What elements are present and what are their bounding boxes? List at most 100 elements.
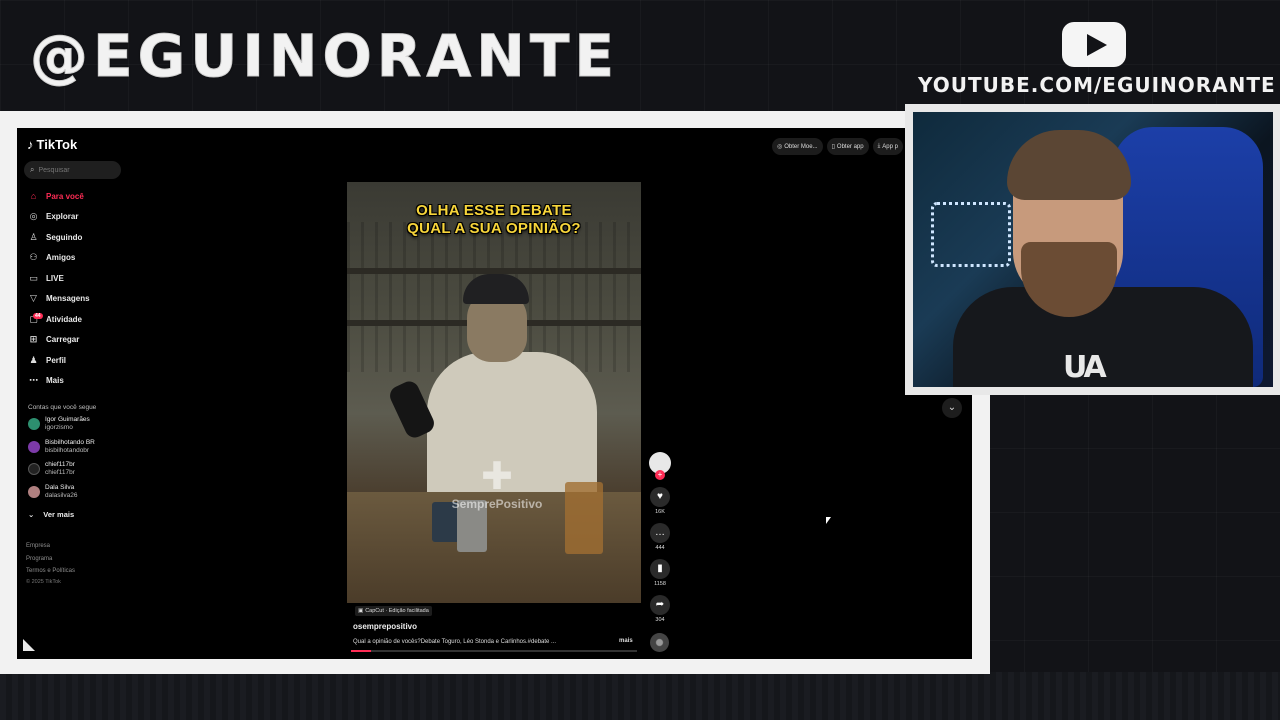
home-icon: ⌂ [30, 191, 37, 202]
comment-count: 444 [655, 545, 665, 551]
search-icon: ⌕ [30, 165, 35, 174]
share-icon: ➦ [655, 599, 665, 610]
sidebar-item-label: Mensagens [46, 294, 90, 304]
avatar [28, 440, 40, 453]
bookmark-icon: ▮ [657, 563, 663, 574]
footer-link-program[interactable]: Programa [26, 553, 75, 566]
sidebar-item-more[interactable]: ⋯ Mais [28, 371, 138, 392]
friends-icon: ⚇ [29, 252, 38, 263]
sidebar-item-for-you[interactable]: ⌂ Para você [28, 186, 138, 207]
account-name: chief117br [45, 461, 75, 468]
live-icon: ▭ [29, 272, 38, 283]
like-button[interactable]: ♥ [650, 487, 670, 507]
watermark-text: SemprePositivo [451, 497, 543, 511]
sidebar-item-live[interactable]: ▭ LIVE [28, 268, 138, 289]
youtube-url: YOUTUBE.COM/EGUINORANTE [918, 73, 1276, 97]
channel-handle: @EGUINORANTE [29, 22, 620, 91]
share-count: 304 [655, 617, 665, 623]
following-accounts-list: Igor Guimarães igorzismo Bisbilhotando B… [28, 416, 138, 506]
avatar [28, 463, 40, 475]
share-button[interactable]: ➦ [650, 595, 670, 615]
phone-icon: ▯ [831, 144, 835, 150]
mouse-cursor-icon [826, 517, 831, 524]
following-accounts-title: Contas que você segue [28, 404, 97, 411]
account-name: Dala Silva [45, 483, 75, 491]
following-account[interactable]: Bisbilhotando BR bisbilhotandobr [28, 439, 138, 462]
overlay-bottom-stripe [0, 672, 1280, 720]
account-username: igorzismo [45, 424, 73, 431]
sidebar-item-activity[interactable]: ▢ 44 Atividade [28, 309, 138, 330]
pc-app-button[interactable]: ⤓ App p [872, 138, 903, 155]
video-caption-line: QUAL A SUA OPINIÃO? [407, 220, 581, 237]
capcut-tag-label: CapCut · Edição facilitada [365, 608, 429, 614]
video-actions: ♥ 16K … 444 ▮ 1158 ➦ 304 [649, 452, 671, 631]
search-input[interactable] [38, 166, 119, 174]
get-app-button[interactable]: ▯ Obter app [826, 138, 869, 155]
footer-link-terms[interactable]: Termos e Políticas [26, 565, 75, 578]
video-author[interactable]: osemprepositivo [353, 622, 417, 631]
messages-icon: ▽ [30, 293, 37, 304]
cross-plus-icon: ✚ [481, 456, 513, 498]
sidebar-item-explore[interactable]: ◎ Explorar [28, 207, 138, 228]
get-coins-label: Obter Moe... [784, 143, 818, 150]
following-account[interactable]: chief117br chief117br [28, 461, 138, 484]
download-icon: ⤓ [877, 143, 881, 149]
see-more-button[interactable]: ⌄ Ver mais [28, 510, 74, 519]
video-caption-line: OLHA ESSE DEBATE [416, 202, 572, 219]
description-more-button[interactable]: mais [619, 638, 633, 644]
sidebar-item-upload[interactable]: ⊞ Carregar [28, 330, 138, 351]
activity-badge: 44 [33, 312, 43, 319]
video-description: Qual a opinião de vocês?Debate Toguro, L… [353, 639, 557, 645]
webcam-streamer-hair [1007, 130, 1131, 200]
footer-link-company[interactable]: Empresa [26, 540, 75, 553]
sidebar-item-label: Seguindo [46, 232, 83, 242]
following-account[interactable]: Dala Silva dalasilva26 [28, 484, 138, 507]
sidebar-item-label: Mais [46, 376, 64, 386]
tiktok-logo[interactable]: ♪ TikTok [27, 137, 77, 152]
get-coins-button[interactable]: ◎ Obter Moe... [772, 138, 823, 155]
account-name: Igor Guimarães [45, 416, 90, 423]
sidebar-footer: Empresa Programa Termos e Políticas © 20… [26, 540, 75, 586]
video-progress-bar[interactable] [351, 650, 637, 652]
video-progress-fill [351, 650, 372, 652]
sidebar-item-messages[interactable]: ▽ Mensagens [28, 289, 138, 310]
tiktok-note-icon: ♪ [27, 137, 34, 152]
save-button[interactable]: ▮ [650, 559, 670, 579]
sidebar-item-label: Atividade [46, 314, 83, 324]
creator-avatar[interactable] [649, 452, 671, 480]
search-bar[interactable]: ⌕ [24, 161, 121, 179]
sidebar-item-label: LIVE [46, 273, 64, 283]
heart-icon: ♥ [657, 491, 663, 502]
sidebar-item-following[interactable]: ♙ Seguindo [28, 227, 138, 248]
capcut-tag[interactable]: ▣ CapCut · Edição facilitada [355, 606, 432, 616]
upload-icon: ⊞ [29, 334, 38, 345]
account-username: bisbilhotandobr [45, 446, 90, 454]
comment-icon: … [655, 527, 665, 538]
save-count: 1158 [654, 581, 666, 587]
avatar [28, 418, 40, 430]
video-cup [565, 482, 603, 554]
get-app-label: Obter app [836, 143, 864, 150]
capture-corner-icon [23, 639, 35, 651]
sidebar-item-label: Perfil [46, 355, 67, 365]
sidebar-item-label: Carregar [46, 335, 80, 345]
sidebar-item-label: Para você [46, 191, 84, 201]
account-username: chief117br [45, 469, 75, 476]
avatar [28, 485, 40, 498]
top-right-buttons: ◎ Obter Moe... ▯ Obter app ⤓ App p [772, 138, 903, 155]
more-icon: ⋯ [29, 375, 38, 386]
sidebar-item-label: Amigos [46, 253, 76, 263]
video-caption: OLHA ESSE DEBATE QUAL A SUA OPINIÃO? [347, 202, 641, 238]
chevron-down-icon: ⌄ [947, 402, 957, 413]
music-disc-icon[interactable] [650, 633, 669, 652]
coin-icon: ◎ [777, 144, 783, 150]
account-username: dalasilva26 [45, 491, 78, 499]
comment-button[interactable]: … [650, 523, 670, 543]
next-video-button[interactable]: ⌄ [942, 398, 962, 418]
sidebar-item-friends[interactable]: ⚇ Amigos [28, 248, 138, 269]
tiktok-logo-text: TikTok [36, 137, 78, 152]
sidebar-item-profile[interactable]: ♟ Perfil [28, 350, 138, 371]
capcut-icon: ▣ [358, 608, 364, 614]
following-account[interactable]: Igor Guimarães igorzismo [28, 416, 138, 439]
video-player[interactable]: OLHA ESSE DEBATE QUAL A SUA OPINIÃO? ✚ S… [347, 182, 641, 603]
